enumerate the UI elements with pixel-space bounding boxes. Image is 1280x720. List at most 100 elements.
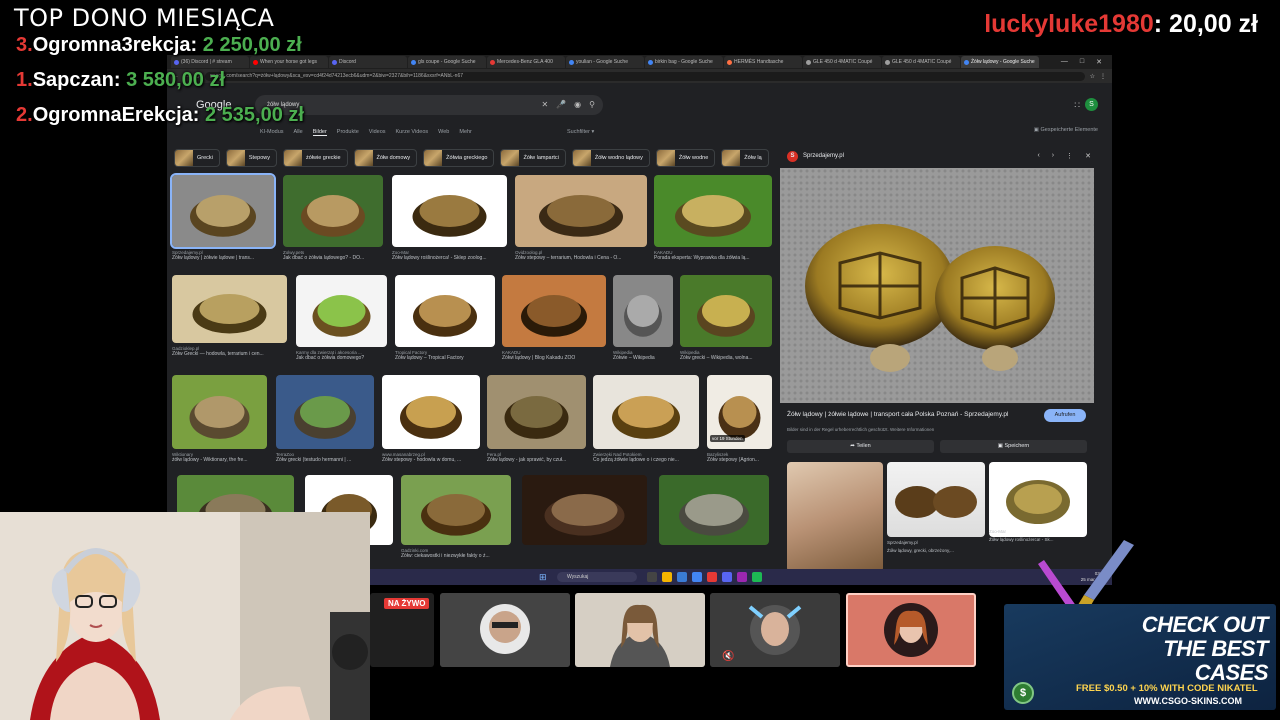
search-icon[interactable]: ⚲ <box>589 95 595 115</box>
chrome-icon[interactable] <box>692 572 702 582</box>
result-thumbnail[interactable] <box>502 275 606 347</box>
avatar[interactable]: S <box>1085 98 1098 111</box>
prev-icon[interactable]: ‹ <box>1037 152 1039 160</box>
result-caption[interactable]: Jak dbać o żółwia domowego? <box>296 355 387 361</box>
result-thumbnail[interactable] <box>613 275 673 347</box>
image-result[interactable]: www.masanabrzeg.pl Żółw stepowy - hodowla… <box>382 375 480 463</box>
app-icon[interactable] <box>737 572 747 582</box>
spotify-icon[interactable] <box>752 572 762 582</box>
refinement-chip[interactable]: Grecki <box>174 149 220 167</box>
refinement-chip[interactable]: Stepowy <box>225 149 277 167</box>
menu-dots-icon[interactable]: ⋮ <box>1100 73 1106 80</box>
result-thumbnail[interactable] <box>283 175 383 247</box>
image-result[interactable]: Bazyliszek Żółw stepowy (Agrion... vor 19 … <box>707 375 772 463</box>
result-caption[interactable]: Żółw stepowy (Agrion... <box>707 457 772 463</box>
clear-icon[interactable]: ✕ <box>541 95 548 115</box>
browser-tab[interactable]: GLE 450 d 4MATIC Coupé <box>882 56 960 68</box>
image-result[interactable] <box>522 475 647 545</box>
participant-tile[interactable]: NA ŻYWO <box>370 593 434 667</box>
result-thumbnail[interactable] <box>515 175 647 247</box>
result-caption[interactable]: Żółw lądowy | żółwie lądowe | trans... <box>172 255 274 261</box>
file-explorer-icon[interactable] <box>662 572 672 582</box>
image-result[interactable]: Zolwy.pets Jak dbać o żółwia lądowego? - … <box>283 175 383 261</box>
result-thumbnail[interactable] <box>170 173 276 249</box>
image-result[interactable]: Gadzinki.com Żółw: ciekawostki i niezwykł… <box>401 475 511 559</box>
next-icon[interactable]: › <box>1052 152 1054 160</box>
image-result[interactable]: Sprzedajemy.pl Żółw lądowy | żółwie lądow… <box>170 173 276 261</box>
result-thumbnail[interactable] <box>276 375 374 449</box>
image-result[interactable]: Wiktionary żółw lądowy - Wiktionary, the … <box>172 375 267 463</box>
app-icon[interactable] <box>707 572 717 582</box>
nav-item[interactable]: Web <box>438 129 449 136</box>
participant-tile[interactable] <box>440 593 570 667</box>
result-caption[interactable]: Porada eksperta: Wyprawka dla żółwia lą.… <box>654 255 772 261</box>
share-button[interactable]: ➦ Teilen <box>787 440 934 453</box>
more-options-icon[interactable]: ⋮ <box>1066 152 1073 160</box>
result-caption[interactable]: Żółw lądowy roślinożerca! - Sklep zoolog… <box>392 255 507 261</box>
sponsor-ad[interactable]: CHECK OUT THE BEST CASES $ FREE $0.50 + … <box>1004 540 1276 712</box>
nav-item[interactable]: Kurze Videos <box>396 129 429 136</box>
image-result[interactable]: Wikipedia Żółwie – Wikipedia <box>613 275 673 361</box>
browser-tab[interactable]: Discord <box>329 56 407 68</box>
result-thumbnail[interactable] <box>487 375 586 449</box>
participant-tile[interactable] <box>575 593 705 667</box>
refinement-chip[interactable]: Żółw wodno lądowy <box>571 149 650 167</box>
windows-start-icon[interactable]: ⊞ <box>539 572 547 583</box>
image-result[interactable]: Karmy dla zwierząt i akcesoria ... Jak db… <box>296 275 387 361</box>
image-result[interactable]: Wikipedia Żółw grecki – Wikipedia, wolna.… <box>680 275 772 361</box>
image-result[interactable]: KAKADU Żółwi lądowy | Blog Kakadu ZOO <box>502 275 606 361</box>
task-view-icon[interactable] <box>647 572 657 582</box>
result-thumbnail[interactable] <box>172 275 287 343</box>
result-caption[interactable]: Żółw grecki – Wikipedia, wolna... <box>680 355 772 361</box>
result-thumbnail[interactable] <box>172 375 267 449</box>
image-result[interactable]: Tropical Factory Żółw lądowy – Tropical F… <box>395 275 495 361</box>
related-image[interactable] <box>887 462 985 537</box>
result-thumbnail[interactable] <box>392 175 507 247</box>
url-field[interactable]: google.com/search?q=żółw+lądowy&sca_esv=… <box>205 71 1085 81</box>
preview-image[interactable] <box>780 168 1094 403</box>
related-image[interactable] <box>989 462 1087 537</box>
browser-tab[interactable]: GLE 450 d 4MATIC Coupé <box>803 56 881 68</box>
result-thumbnail[interactable] <box>395 275 495 347</box>
refinement-chip[interactable]: Żółw wodne <box>655 149 716 167</box>
result-caption[interactable]: Żółw: ciekawostki i niezwykłe fakty o ż.… <box>401 553 511 559</box>
discord-icon[interactable] <box>722 572 732 582</box>
image-result[interactable]: TerraZoo Żółw grecki (testudo hermanni | … <box>276 375 374 463</box>
visit-button[interactable]: Aufrufen <box>1044 409 1086 422</box>
apps-grid-icon[interactable]: ∷ <box>1074 100 1080 111</box>
image-result[interactable]: Zwierzęki Nad Potokiem Co jedzą żółwie lą… <box>593 375 699 463</box>
participant-tile-active[interactable] <box>846 593 976 667</box>
nav-item[interactable]: Videos <box>369 129 386 136</box>
refinement-chip[interactable]: Żółw lampartci <box>500 149 566 167</box>
close-preview-icon[interactable]: ✕ <box>1085 152 1091 160</box>
result-caption[interactable]: Jak dbać o żółwia lądowego? - DO... <box>283 255 383 261</box>
taskbar-search[interactable]: Wyszukaj <box>557 572 637 582</box>
browser-tab-active[interactable]: Żółw lądowy - Google Suche <box>961 56 1039 68</box>
result-thumbnail[interactable] <box>680 275 772 347</box>
image-result[interactable]: Zoo-Mar Żółw lądowy roślinożerca! - Sklep… <box>392 175 507 261</box>
browser-tab[interactable]: Mercedes-Benz GLA 400 <box>487 56 565 68</box>
image-result[interactable]: Gadzioklep.pl Żółw Grecki — hodowla, terr… <box>172 275 287 357</box>
result-thumbnail[interactable] <box>654 175 772 247</box>
refinement-chip[interactable]: Żółw lą <box>721 149 769 167</box>
result-caption[interactable]: żółw lądowy - Wiktionary, the fre... <box>172 457 267 463</box>
result-caption[interactable]: Żółw stepowy - hodowla w domu, ... <box>382 457 480 463</box>
result-thumbnail[interactable] <box>296 275 387 347</box>
result-thumbnail[interactable] <box>659 475 769 545</box>
result-caption[interactable]: Żółw grecki (testudo hermanni | ... <box>276 457 374 463</box>
search-filter-button[interactable]: Suchfilter ▾ <box>567 129 594 135</box>
image-result[interactable]: KAKADU Porada eksperta: Wyprawka dla żółw… <box>654 175 772 261</box>
bookmark-star-icon[interactable]: ☆ <box>1090 73 1095 80</box>
image-result[interactable]: Ovidzoolog.pl Żółw stepowy – terrarium, H… <box>515 175 647 261</box>
nav-item[interactable]: Mehr <box>459 129 472 136</box>
maximize-icon[interactable]: □ <box>1080 58 1084 66</box>
camera-icon[interactable]: ◉ <box>574 95 581 115</box>
related-image[interactable] <box>787 462 883 572</box>
result-thumbnail[interactable] <box>382 375 480 449</box>
browser-tab[interactable]: youlian - Google Suche <box>566 56 644 68</box>
preview-site-name[interactable]: Sprzedajemy.pl <box>803 153 844 159</box>
refinement-chip[interactable]: Żółwia greckiego <box>423 149 495 167</box>
save-button[interactable]: ▣ Speichern <box>940 440 1087 453</box>
result-caption[interactable]: Żółw lądowy - jak sprawić, by czuł... <box>487 457 586 463</box>
result-thumbnail[interactable] <box>401 475 511 545</box>
